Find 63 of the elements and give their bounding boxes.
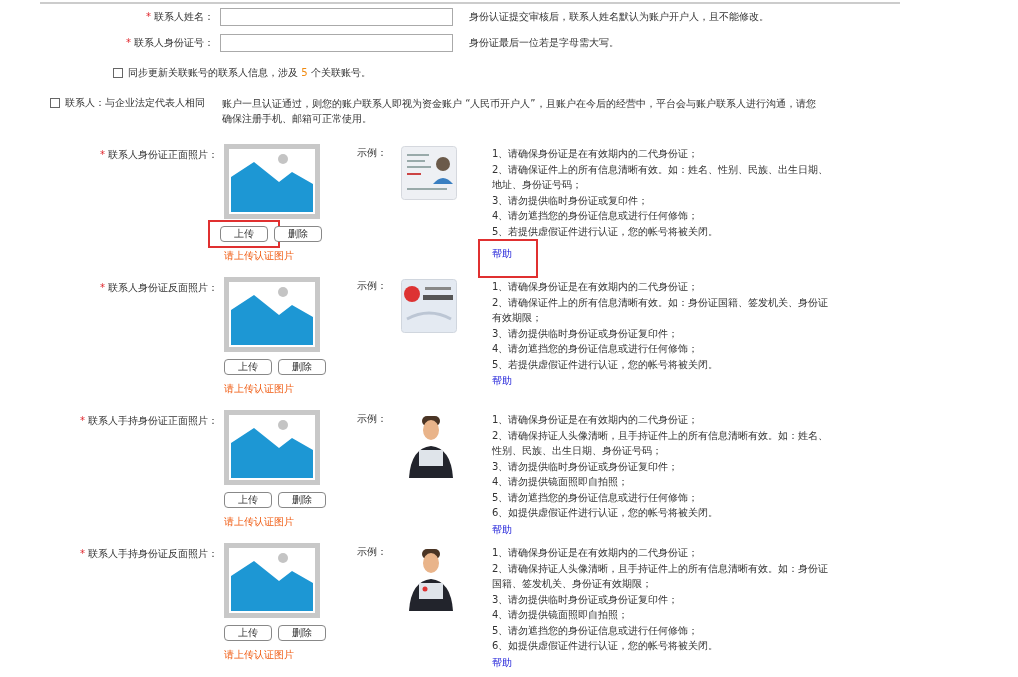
upload-button[interactable]: 上传 <box>224 492 272 508</box>
delete-button[interactable]: 删除 <box>278 492 326 508</box>
instruction-text: 1、请确保身份证是在有效期内的二代身份证； <box>492 147 700 161</box>
text-input-field[interactable] <box>220 34 453 52</box>
instruction-text: 4、请勿遮挡您的身份证信息或进行任何修饰； <box>492 342 700 356</box>
example-label: 示例： <box>357 279 387 293</box>
example-label: 示例： <box>357 545 387 559</box>
delete-button[interactable]: 删除 <box>278 625 326 641</box>
instruction-text: 1、请确保身份证是在有效期内的二代身份证； <box>492 546 700 560</box>
field-label: * 联系人手持身份证反面照片： <box>80 548 218 559</box>
instruction-text: 3、请勿提供临时身份证或身份证复印件； <box>492 459 680 474</box>
error-message: 请上传认证图片 <box>224 249 294 263</box>
error-message: 请上传认证图片 <box>224 648 294 662</box>
instruction-text: 4、请勿提供镜面照即自拍照； <box>492 608 630 622</box>
instruction-text: 5、若提供虚假证件进行认证，您的帐号将被关闭。 <box>492 224 720 239</box>
help-link[interactable]: 帮助 <box>492 521 512 537</box>
id-card-front-drawing <box>401 146 457 200</box>
field-label: * 联系人姓名： <box>146 11 214 22</box>
instruction-text: 2、请确保持证人头像清晰，且手持证件上的所有信息清晰有效。如：身份证国籍、签发机关、身份证有效期限； <box>492 561 830 591</box>
instruction-text: 2、请确保持证人头像清晰，且手持证件上的所有信息清晰有效。如：姓名、性别、民族、出生日期、身份证号码； <box>492 428 830 458</box>
instruction-text: 1、请确保身份证是在有效期内的二代身份证； <box>492 413 700 427</box>
instruction-text: 2、请确保证件上的所有信息清晰有效。如：姓名、性别、民族、出生日期、地址、身份证号码； <box>492 162 830 192</box>
option-text: 联系人：与企业法定代表人相同 <box>65 96 205 110</box>
image-placeholder-icon <box>224 144 320 219</box>
instruction-text: 2、请确保证件上的所有信息清晰有效。如：身份证国籍、签发机关、身份证有效期限； <box>492 295 830 325</box>
id-card-back-drawing <box>401 279 457 333</box>
error-message: 请上传认证图片 <box>224 382 294 396</box>
delete-button[interactable]: 删除 <box>278 359 326 375</box>
help-link[interactable]: 帮助 <box>492 373 512 389</box>
upload-button[interactable]: 上传 <box>224 625 272 641</box>
note-text: 账户一旦认证通过，则您的账户联系人即视为资金账户 “人民币开户人”，且账户在今后的经营中，平台会与账户联系人进行沟通，请您确保注册手机、邮箱可正常使用。 <box>222 97 817 126</box>
help-link[interactable]: 帮助 <box>492 654 512 670</box>
upload-button[interactable]: 上传 <box>224 359 272 375</box>
instruction-text: 1、请确保身份证是在有效期内的二代身份证； <box>492 280 700 294</box>
field-label: * 联系人身份证正面照片： <box>100 149 218 160</box>
image-placeholder-icon <box>224 543 320 618</box>
example-label: 示例： <box>357 412 387 426</box>
error-message: 请上传认证图片 <box>224 515 294 529</box>
instruction-text: 5、请勿遮挡您的身份证信息或进行任何修饰； <box>492 490 700 505</box>
image-placeholder-icon <box>224 410 320 485</box>
instruction-text: 3、请勿提供临时身份证或复印件； <box>492 193 650 208</box>
text-input-field[interactable] <box>220 8 453 26</box>
field-label: * 联系人手持身份证正面照片： <box>80 415 218 426</box>
instruction-text: 6、如提供虚假证件进行认证，您的帐号将被关闭。 <box>492 506 720 520</box>
help-link[interactable]: 帮助 <box>492 246 512 262</box>
hint-text: 身份证最后一位若是字母需大写。 <box>469 36 619 50</box>
field-label: * 联系人身份证号： <box>126 37 214 48</box>
option-text: 同步更新关联账号的联系人信息，涉及 5 个关联账号。 <box>128 66 371 80</box>
instruction-text: 3、请勿提供临时身份证或身份证复印件； <box>492 592 680 607</box>
instruction-text: 4、请勿遮挡您的身份证信息或进行任何修饰； <box>492 209 700 223</box>
instruction-text: 4、请勿提供镜面照即自拍照； <box>492 475 630 489</box>
delete-button[interactable]: 删除 <box>274 226 322 242</box>
upload-button[interactable]: 上传 <box>220 226 268 242</box>
instruction-text: 5、若提供虚假证件进行认证，您的帐号将被关闭。 <box>492 357 720 372</box>
checkbox[interactable] <box>113 68 123 78</box>
instruction-text: 3、请勿提供临时身份证或身份证复印件； <box>492 326 680 341</box>
instruction-text: 6、如提供虚假证件进行认证，您的帐号将被关闭。 <box>492 639 720 653</box>
example-label: 示例： <box>357 146 387 160</box>
field-label: * 联系人身份证反面照片： <box>100 282 218 293</box>
instruction-text: 5、请勿遮挡您的身份证信息或进行任何修饰； <box>492 623 700 638</box>
hint-text: 身份认证提交审核后，联系人姓名默认为账户开户人，且不能修改。 <box>469 10 769 24</box>
image-placeholder-icon <box>224 277 320 352</box>
checkbox[interactable] <box>50 98 60 108</box>
